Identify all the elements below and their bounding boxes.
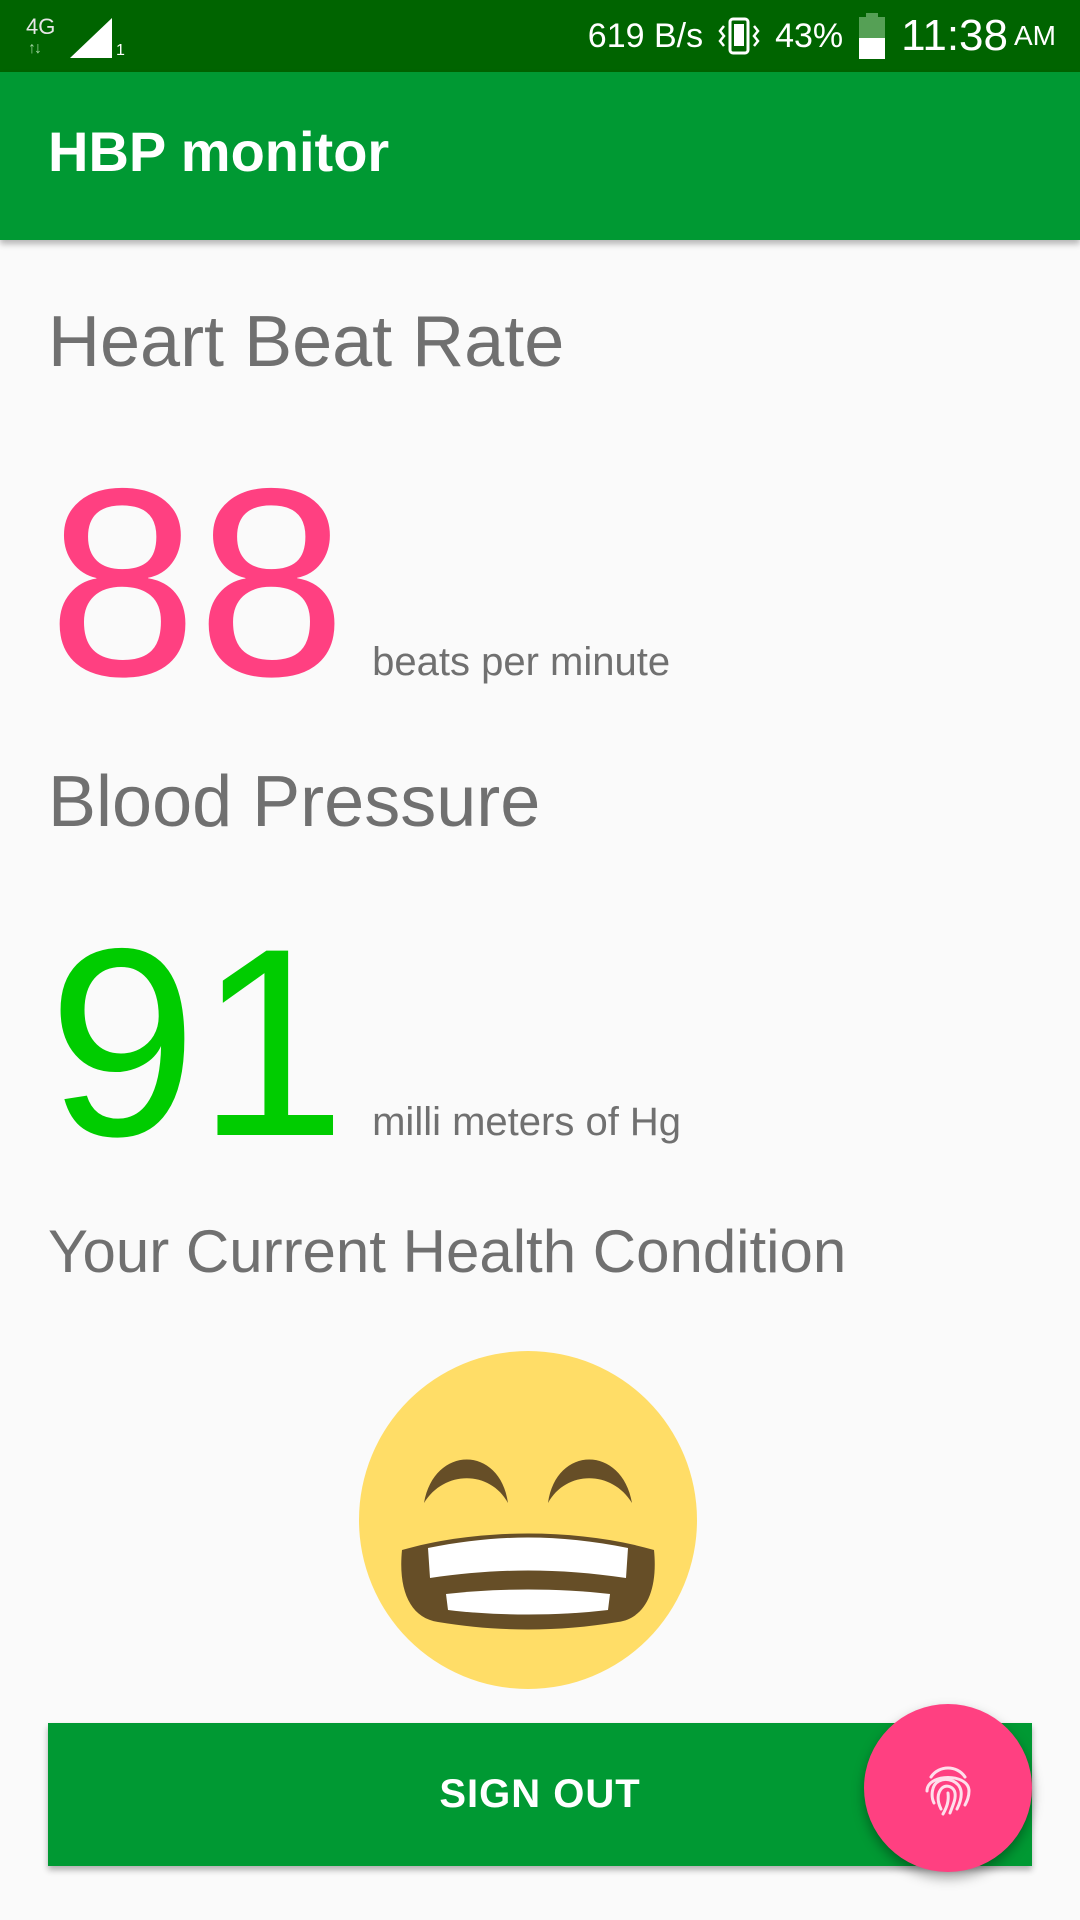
battery-percent: 43% xyxy=(775,16,844,55)
fingerprint-button[interactable] xyxy=(864,1704,1032,1872)
network-type: 4G xyxy=(26,14,56,39)
blood-pressure-row: 91 milli meters of Hg xyxy=(48,908,681,1176)
heart-rate-value: 88 xyxy=(48,432,347,732)
app-screen: 4G ↑↓ 1 619 B/s 43% 11:38 AM HBP monitor… xyxy=(0,0,1080,1920)
blood-pressure-title: Blood Pressure xyxy=(48,762,541,842)
clock-am-pm: AM xyxy=(1014,20,1056,51)
status-bar: 4G ↑↓ 1 619 B/s 43% 11:38 AM xyxy=(0,0,1080,72)
heart-rate-unit: beats per minute xyxy=(372,640,671,684)
heart-rate-title: Heart Beat Rate xyxy=(48,302,565,382)
data-speed: 619 B/s xyxy=(587,16,704,55)
sim-slot-label: 1 xyxy=(116,42,125,59)
clock-time: 11:38 xyxy=(901,11,1008,60)
blood-pressure-unit: milli meters of Hg xyxy=(372,1100,682,1144)
data-activity-icon: ↑↓ xyxy=(28,40,42,57)
app-title: HBP monitor xyxy=(48,120,390,183)
network-status: 4G ↑↓ 1 xyxy=(24,10,144,62)
fingerprint-icon xyxy=(925,1766,971,1816)
grinning-face-icon xyxy=(358,1350,698,1690)
blood-pressure-value: 91 xyxy=(48,892,347,1192)
battery-icon xyxy=(859,13,886,59)
health-condition-title: Your Current Health Condition xyxy=(48,1218,847,1285)
signal-icon xyxy=(70,18,112,58)
vibrate-icon xyxy=(718,17,760,55)
status-right: 619 B/s 43% 11:38 AM xyxy=(588,0,1056,72)
heart-rate-row: 88 beats per minute xyxy=(48,448,670,716)
app-bar: HBP monitor xyxy=(0,72,1080,240)
